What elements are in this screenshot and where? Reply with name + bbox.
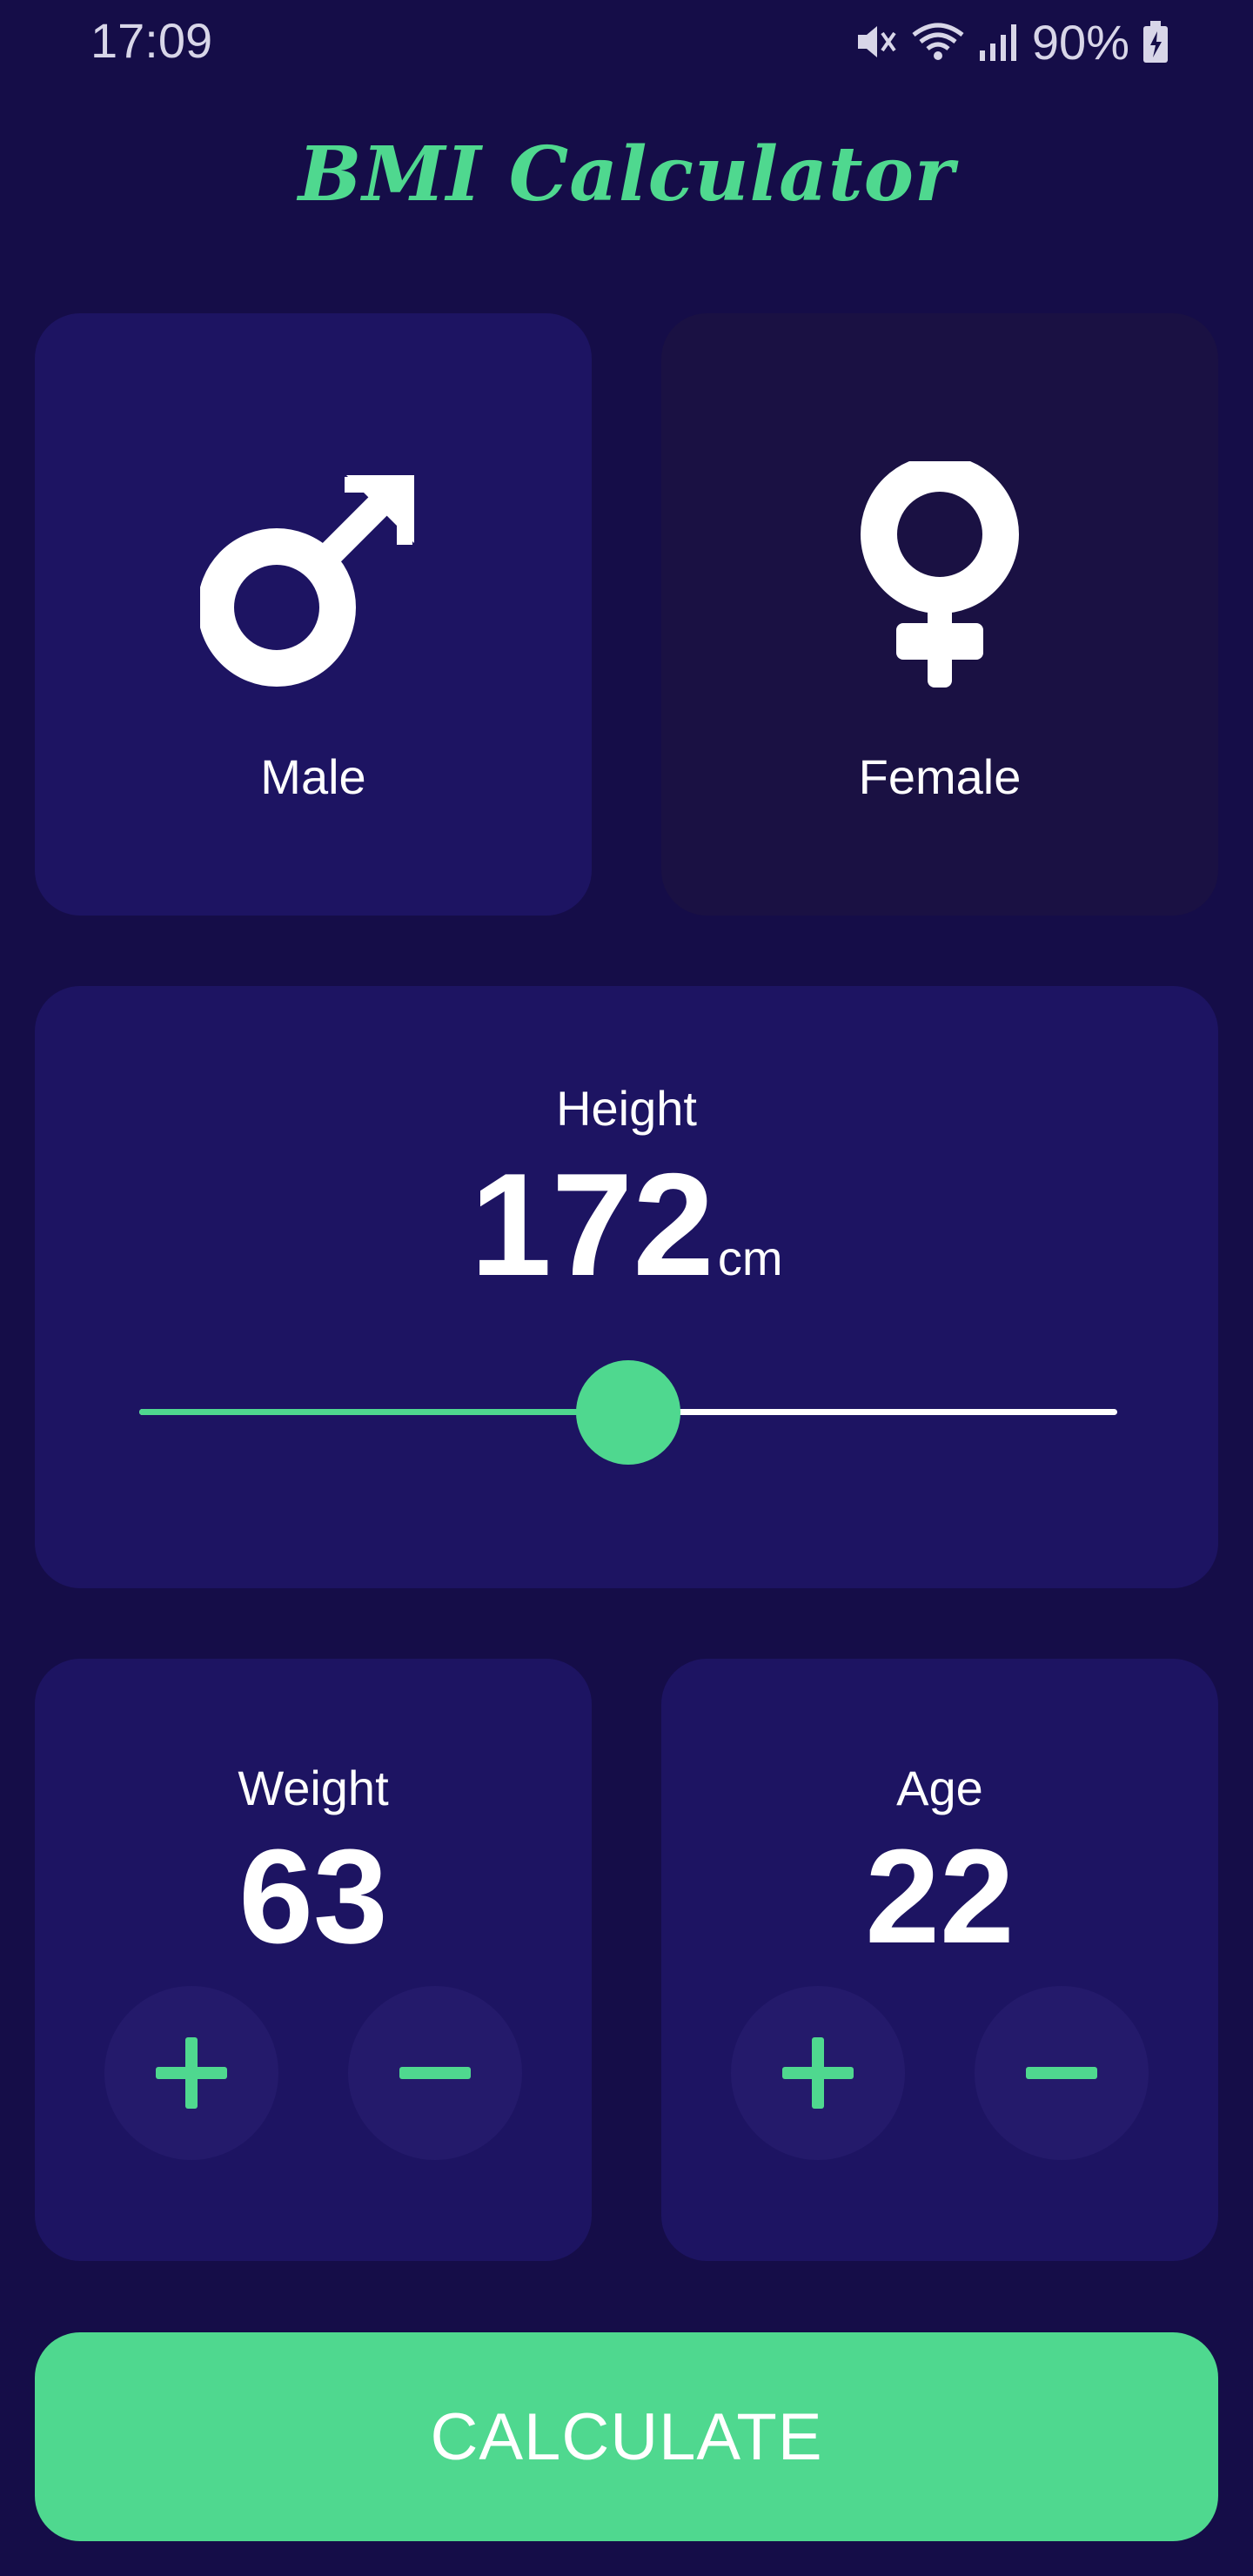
status-icons: 90% xyxy=(853,14,1169,70)
plus-icon xyxy=(156,2037,227,2109)
app-title: BMI Calculator xyxy=(298,131,955,218)
mute-icon xyxy=(853,19,898,64)
status-bar: 17:09 90% xyxy=(0,0,1253,87)
battery-percent: 90% xyxy=(1031,14,1129,70)
plus-icon xyxy=(782,2037,854,2109)
weight-label: Weight xyxy=(238,1761,389,1815)
height-unit: cm xyxy=(717,1231,783,1285)
female-card[interactable]: Female xyxy=(661,313,1218,916)
age-decrement-button[interactable] xyxy=(975,1986,1149,2160)
age-label: Age xyxy=(896,1761,983,1815)
male-label: Male xyxy=(260,749,366,804)
female-icon xyxy=(861,461,1019,688)
slider-fill xyxy=(139,1409,628,1415)
bmi-calculator-screen: 17:09 90% BMI Calculator Male Female Hei… xyxy=(0,0,1253,2576)
slider-thumb[interactable] xyxy=(576,1360,680,1465)
signal-icon xyxy=(978,19,1020,64)
male-card[interactable]: Male xyxy=(35,313,592,916)
wifi-icon xyxy=(910,19,966,64)
age-increment-button[interactable] xyxy=(731,1986,905,2160)
weight-decrement-button[interactable] xyxy=(348,1986,522,2160)
female-label: Female xyxy=(858,749,1022,804)
minus-icon xyxy=(1026,2067,1097,2079)
battery-charging-icon xyxy=(1142,19,1169,64)
height-slider[interactable] xyxy=(139,1360,1117,1465)
calculate-button[interactable]: CALCULATE xyxy=(35,2332,1218,2541)
height-card: Height 172cm xyxy=(35,986,1218,1588)
weight-value: 63 xyxy=(238,1821,388,1971)
weight-increment-button[interactable] xyxy=(104,1986,278,2160)
male-icon xyxy=(200,475,414,687)
height-label: Height xyxy=(556,1081,697,1136)
minus-icon xyxy=(399,2067,471,2079)
height-readout: 172cm xyxy=(35,1151,1218,1298)
status-time: 17:09 xyxy=(90,13,213,68)
height-value: 172 xyxy=(470,1143,714,1306)
age-value: 22 xyxy=(865,1821,1015,1971)
age-card: Age 22 xyxy=(661,1659,1218,2261)
weight-card: Weight 63 xyxy=(35,1659,592,2261)
